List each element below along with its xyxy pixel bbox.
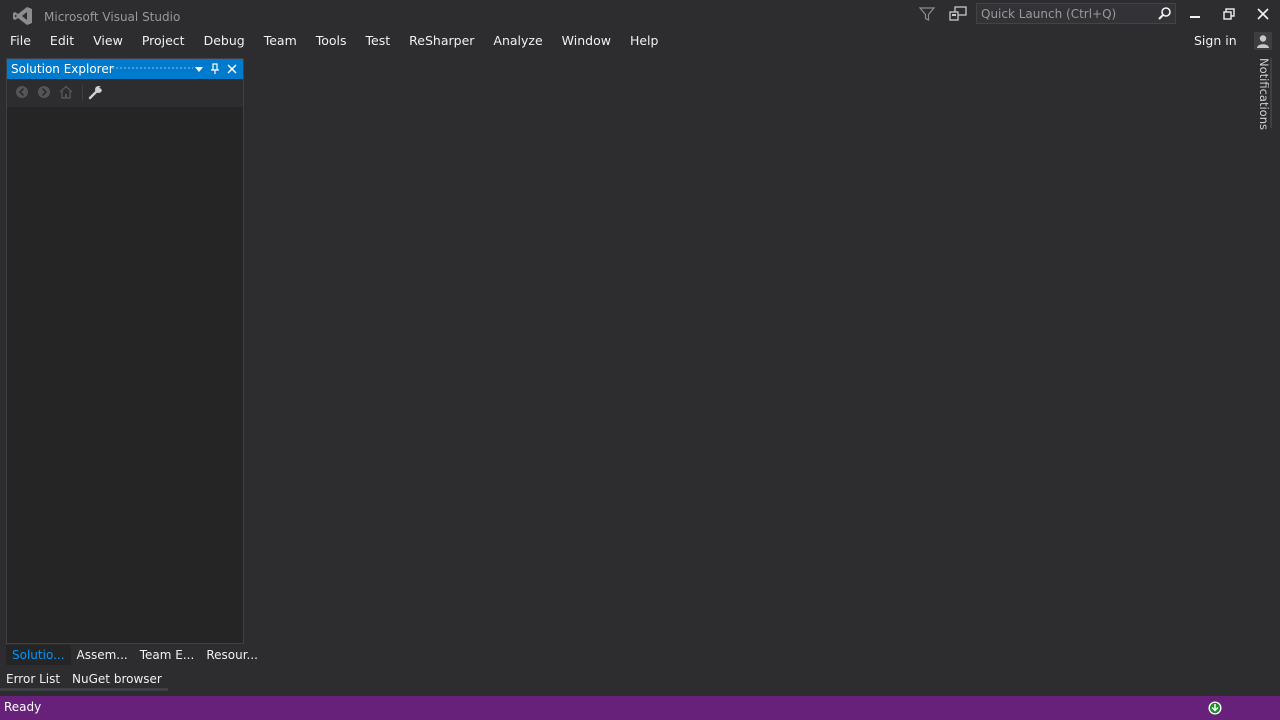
app-title: Microsoft Visual Studio xyxy=(44,10,181,24)
quick-launch-box[interactable] xyxy=(976,3,1176,24)
menu-file[interactable]: File xyxy=(10,30,31,52)
dropdown-arrow-icon xyxy=(195,67,203,72)
restore-icon xyxy=(1223,8,1235,20)
status-text: Ready xyxy=(4,700,42,714)
filter-icon[interactable] xyxy=(918,5,936,23)
account-icon[interactable] xyxy=(1254,32,1272,50)
visual-studio-window: Microsoft Visual Studio Quick Launch (Ct… xyxy=(0,0,1280,720)
properties-wrench-icon[interactable] xyxy=(88,84,104,100)
restore-button[interactable] xyxy=(1212,0,1246,28)
menu-team[interactable]: Team xyxy=(264,30,297,52)
minimize-icon xyxy=(1190,16,1200,18)
back-icon[interactable] xyxy=(14,84,30,100)
download-icon[interactable] xyxy=(1207,700,1223,716)
visual-studio-logo-icon xyxy=(13,7,32,25)
close-panel-button[interactable] xyxy=(224,61,240,77)
bottom-panel-tabs: Error List NuGet browser xyxy=(0,669,168,691)
sign-in-link[interactable]: Sign in xyxy=(1194,33,1237,48)
tab-nuget-browser[interactable]: NuGet browser xyxy=(66,669,168,691)
home-icon[interactable] xyxy=(58,84,74,100)
menu-edit[interactable]: Edit xyxy=(50,30,74,52)
solution-explorer-toolbar xyxy=(7,79,243,107)
window-position-button[interactable] xyxy=(191,61,207,77)
toolbar-separator xyxy=(82,85,83,100)
status-bar: Ready xyxy=(0,696,1280,720)
menu-bar: File Edit View Project Debug Team Tools … xyxy=(0,30,658,52)
feedback-icon[interactable] xyxy=(948,5,968,23)
tab-solution-explorer[interactable]: Solutio... xyxy=(6,645,71,665)
menu-project[interactable]: Project xyxy=(142,30,185,52)
menu-test[interactable]: Test xyxy=(366,30,391,52)
pin-icon xyxy=(211,63,219,74)
title-bar: Microsoft Visual Studio xyxy=(0,0,1280,30)
tab-resource-view[interactable]: Resour... xyxy=(200,645,264,665)
header-grip xyxy=(111,66,193,71)
auto-hide-button[interactable] xyxy=(207,61,223,77)
menu-analyze[interactable]: Analyze xyxy=(493,30,542,52)
tab-error-list[interactable]: Error List xyxy=(0,669,67,691)
solution-explorer-title: Solution Explorer xyxy=(11,62,114,76)
menu-window[interactable]: Window xyxy=(562,30,611,52)
tab-assembly-explorer[interactable]: Assem... xyxy=(71,645,134,665)
close-icon xyxy=(227,64,237,74)
search-icon[interactable] xyxy=(1157,6,1172,21)
solution-tree[interactable] xyxy=(7,107,243,643)
minimize-button[interactable] xyxy=(1178,0,1212,28)
forward-icon[interactable] xyxy=(36,84,52,100)
solution-explorer-panel: Solution Explorer xyxy=(6,58,244,644)
notifications-tab-label[interactable]: Notifications xyxy=(1257,58,1271,130)
solution-explorer-header[interactable]: Solution Explorer xyxy=(7,59,243,79)
menu-tools[interactable]: Tools xyxy=(316,30,347,52)
tool-window-tabs: Solutio... Assem... Team E... Resour... xyxy=(6,645,264,665)
menu-resharper[interactable]: ReSharper xyxy=(409,30,474,52)
tab-team-explorer[interactable]: Team E... xyxy=(134,645,201,665)
close-icon xyxy=(1257,8,1269,20)
menu-help[interactable]: Help xyxy=(630,30,659,52)
menu-view[interactable]: View xyxy=(93,30,123,52)
menu-debug[interactable]: Debug xyxy=(204,30,245,52)
close-window-button[interactable] xyxy=(1246,0,1280,28)
quick-launch-input[interactable] xyxy=(977,4,1155,23)
